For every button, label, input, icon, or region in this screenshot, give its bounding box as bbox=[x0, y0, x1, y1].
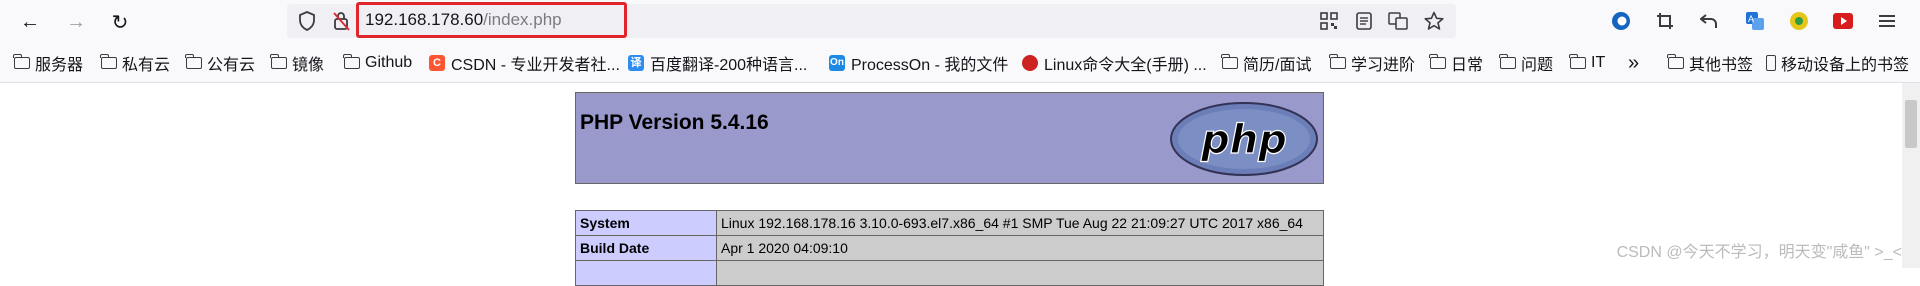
other-bookmarks[interactable]: 其他书签 bbox=[1667, 53, 1754, 74]
table-value bbox=[716, 260, 1324, 286]
bookmark-label: 学习进阶 bbox=[1351, 57, 1416, 74]
bookmarks-overflow-button[interactable]: » bbox=[1628, 52, 1639, 74]
mobile-bookmarks[interactable]: 移动设备上的书签 bbox=[1766, 53, 1910, 74]
folder-icon bbox=[1429, 54, 1446, 69]
folder-icon bbox=[1569, 54, 1586, 69]
php-logo: php bbox=[1170, 102, 1318, 176]
bookmarks-bar: 服务器 私有云 公有云 镜像 Github C CSDN - 专业开发者社... … bbox=[0, 42, 1920, 83]
translate-icon[interactable] bbox=[1387, 10, 1409, 32]
bookmark-label: 问题 bbox=[1521, 57, 1554, 74]
bookmark-label: CSDN - 专业开发者社... bbox=[451, 57, 620, 74]
bookmark-label: 其他书签 bbox=[1689, 57, 1754, 74]
mobile-icon bbox=[1766, 55, 1776, 71]
folder-icon bbox=[1667, 54, 1684, 69]
bookmark-label: 简历/面试 bbox=[1243, 57, 1312, 74]
baidu-translate-icon: 译 bbox=[628, 55, 644, 71]
php-header: PHP Version 5.4.16 php bbox=[575, 92, 1324, 184]
extension-icon[interactable] bbox=[1788, 10, 1810, 32]
bookmark-folder[interactable]: 私有云 bbox=[100, 53, 171, 74]
bookmark-label: 移动设备上的书签 bbox=[1781, 57, 1910, 74]
bookmark-baidu-translate[interactable]: 译百度翻译-200种语言... bbox=[628, 53, 808, 74]
folder-icon bbox=[1499, 54, 1516, 69]
edge-icon[interactable] bbox=[1610, 10, 1632, 32]
url-host: 192.168.178.60 bbox=[365, 10, 484, 29]
bookmark-folder[interactable]: Github bbox=[343, 53, 413, 73]
bookmark-label: 百度翻译-200种语言... bbox=[650, 57, 808, 74]
lock-off-icon[interactable] bbox=[330, 10, 352, 32]
browser-toolbar: ← → ↻ 192.168.178.60/index.php A bbox=[0, 0, 1920, 42]
folder-icon bbox=[1221, 54, 1238, 69]
url-path: /index.php bbox=[483, 10, 562, 29]
reload-button[interactable]: ↻ bbox=[106, 8, 134, 36]
csdn-icon: C bbox=[429, 55, 445, 71]
table-row: System Linux 192.168.178.16 3.10.0-693.e… bbox=[575, 210, 1324, 236]
watermark: CSDN @今天不学习，明天变"咸鱼" >_< bbox=[1616, 244, 1902, 261]
bookmark-folder[interactable]: 镜像 bbox=[270, 53, 325, 74]
bookmark-folder[interactable]: 问题 bbox=[1499, 53, 1554, 74]
bookmark-label: IT bbox=[1591, 54, 1606, 71]
bookmark-label: 镜像 bbox=[292, 57, 325, 74]
processon-icon: On bbox=[829, 55, 845, 71]
svg-text:A: A bbox=[1748, 14, 1754, 24]
back-button[interactable]: ← bbox=[16, 8, 44, 36]
menu-icon[interactable] bbox=[1876, 10, 1898, 32]
folder-icon bbox=[13, 54, 30, 69]
scrollbar-thumb[interactable] bbox=[1905, 100, 1917, 148]
table-key: System bbox=[575, 210, 717, 236]
youtube-icon[interactable] bbox=[1832, 10, 1854, 32]
crop-icon[interactable] bbox=[1654, 10, 1676, 32]
folder-icon bbox=[185, 54, 202, 69]
undo-icon[interactable] bbox=[1698, 10, 1720, 32]
bookmark-label: 私有云 bbox=[122, 57, 171, 74]
bookmark-folder[interactable]: 学习进阶 bbox=[1329, 53, 1416, 74]
php-info-table: System Linux 192.168.178.16 3.10.0-693.e… bbox=[575, 210, 1324, 286]
table-key bbox=[575, 260, 717, 286]
redhat-icon bbox=[1022, 55, 1038, 71]
bookmark-label: Linux命令大全(手册) ... bbox=[1044, 57, 1207, 74]
table-key: Build Date bbox=[575, 235, 717, 261]
bookmark-label: 日常 bbox=[1451, 57, 1484, 74]
php-logo-text: php bbox=[1200, 117, 1287, 163]
bookmark-folder[interactable]: 简历/面试 bbox=[1221, 53, 1312, 74]
folder-icon bbox=[100, 54, 117, 69]
table-value: Apr 1 2020 04:09:10 bbox=[716, 235, 1324, 261]
bookmark-folder[interactable]: 服务器 bbox=[13, 53, 84, 74]
star-icon[interactable] bbox=[1423, 10, 1445, 32]
page-title: PHP Version 5.4.16 bbox=[580, 111, 769, 134]
shield-icon[interactable] bbox=[296, 10, 318, 32]
bookmark-folder[interactable]: 公有云 bbox=[185, 53, 256, 74]
bookmark-label: 公有云 bbox=[207, 57, 256, 74]
folder-icon bbox=[343, 54, 360, 69]
bookmark-folder[interactable]: IT bbox=[1569, 53, 1606, 73]
table-row bbox=[575, 260, 1324, 286]
bookmark-label: 服务器 bbox=[35, 57, 84, 74]
bookmark-label: Github bbox=[365, 54, 413, 71]
folder-icon bbox=[1329, 54, 1346, 69]
bookmark-folder[interactable]: 日常 bbox=[1429, 53, 1484, 74]
table-value: Linux 192.168.178.16 3.10.0-693.el7.x86_… bbox=[716, 210, 1324, 236]
reader-icon[interactable] bbox=[1353, 10, 1375, 32]
qr-icon[interactable] bbox=[1318, 10, 1340, 32]
bookmark-label: ProcessOn - 我的文件 bbox=[851, 57, 1009, 74]
table-row: Build Date Apr 1 2020 04:09:10 bbox=[575, 235, 1324, 261]
translate-alt-icon[interactable]: A bbox=[1744, 10, 1766, 32]
bookmark-processon[interactable]: On ProcessOn - 我的文件 bbox=[829, 53, 1009, 74]
folder-icon bbox=[270, 54, 287, 69]
bookmark-csdn[interactable]: C CSDN - 专业开发者社... bbox=[429, 53, 620, 74]
bookmark-linux-commands[interactable]: Linux命令大全(手册) ... bbox=[1022, 53, 1207, 74]
url-input[interactable]: 192.168.178.60/index.php bbox=[365, 10, 562, 30]
forward-button[interactable]: → bbox=[62, 8, 90, 36]
